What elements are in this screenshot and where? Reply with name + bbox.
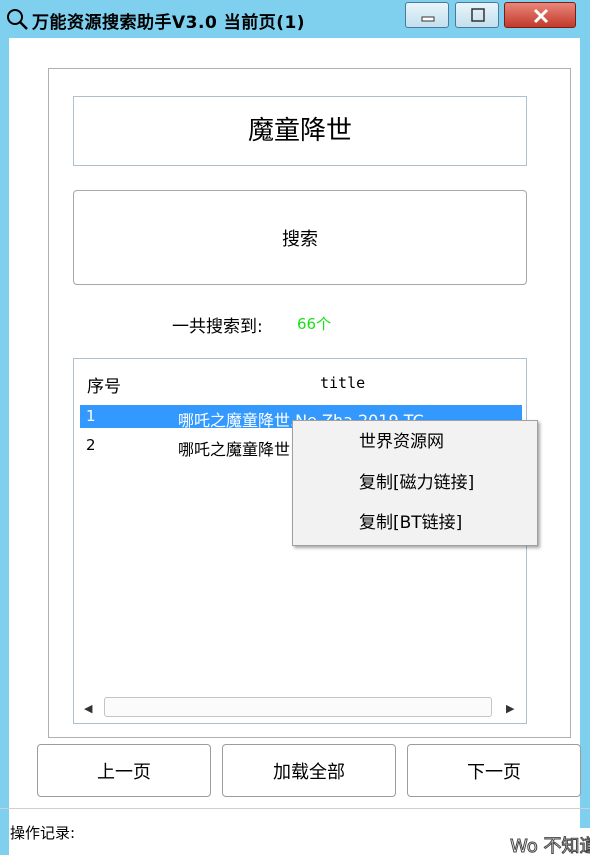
log-label: 操作记录: [10,824,76,842]
column-header-title[interactable]: title [320,374,365,392]
prev-page-button[interactable]: 上一页 [37,744,211,797]
divider [0,808,590,809]
search-icon [7,9,28,30]
scroll-thumb[interactable] [104,697,492,717]
next-page-button[interactable]: 下一页 [407,744,581,797]
watermark: Wo 不知道 [510,836,590,855]
maximize-button[interactable] [455,2,499,28]
minimize-button[interactable] [405,2,449,28]
result-count-label: 一共搜索到: [172,317,263,337]
window-frame-right [580,38,590,828]
load-all-button[interactable]: 加载全部 [222,744,396,797]
row-seq: 1 [86,407,96,425]
minimize-icon [421,16,435,22]
menu-item-copy-magnet[interactable]: 复制[磁力链接] [293,466,537,500]
row-seq: 2 [86,436,96,454]
horizontal-scrollbar[interactable]: ◀ ▶ [78,694,522,722]
search-input[interactable]: 魔童降世 [73,96,527,166]
window-title: 万能资源搜索助手V3.0 当前页(1) [32,13,306,33]
search-button[interactable]: 搜索 [73,190,527,285]
scroll-right-icon[interactable]: ▶ [506,702,514,715]
window-frame-left [0,38,9,855]
close-icon [533,8,549,24]
menu-item-copy-bt[interactable]: 复制[BT链接] [293,506,537,540]
maximize-icon [471,8,485,22]
scroll-left-icon[interactable]: ◀ [84,702,92,715]
menu-item-world-resource[interactable]: 世界资源网 [293,425,537,459]
column-header-seq[interactable]: 序号 [87,372,121,397]
result-count-value: 66个 [297,315,332,333]
close-button[interactable] [504,2,576,28]
context-menu: 世界资源网 复制[磁力链接] 复制[BT链接] [292,420,538,546]
